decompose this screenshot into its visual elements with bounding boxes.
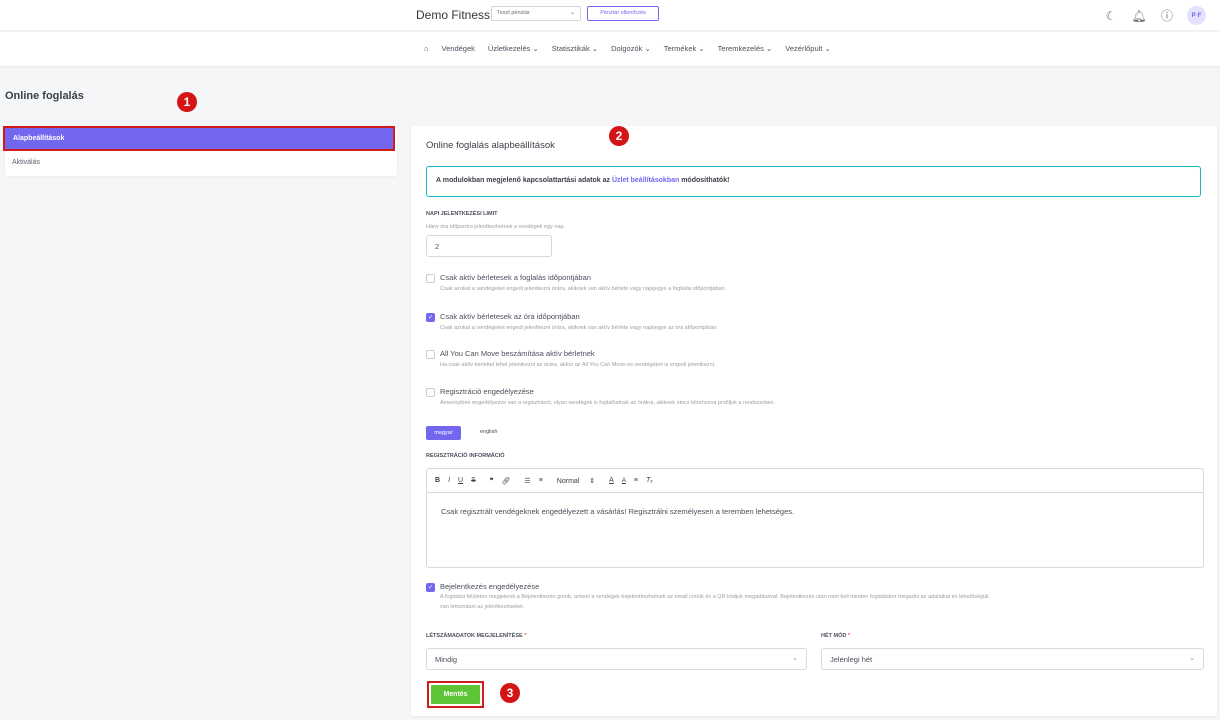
required-mark: * xyxy=(847,633,851,639)
save-button[interactable]: Mentés xyxy=(427,681,484,708)
step-marker-2: 2 xyxy=(609,126,629,146)
required-mark: * xyxy=(524,633,527,639)
format-select[interactable]: Normal ⇕ xyxy=(557,477,595,485)
clear-format-icon[interactable]: Tₓ xyxy=(646,477,653,484)
week-mode-label: HÉT MÓD * xyxy=(821,633,850,639)
count-display-label-text: LÉTSZÁMADATOK MEGJELENÍTÉSE xyxy=(426,633,523,639)
option-active-pass-at-class-label: Csak aktív bérletesek az óra időpontjába… xyxy=(440,312,580,321)
option-all-you-can-move-label: All You Can Move beszámítása aktív bérle… xyxy=(440,349,595,358)
daily-limit-input[interactable]: 2 xyxy=(426,235,552,257)
option-all-you-can-move-hint: Ha csak aktív bérlettel lehet jelentkezn… xyxy=(440,362,716,368)
quote-icon[interactable]: ❞ xyxy=(490,477,494,485)
underline-icon[interactable]: U xyxy=(458,477,463,484)
avatar[interactable]: P F xyxy=(1187,6,1206,25)
chevron-down-icon: ⌄ xyxy=(1189,655,1195,662)
option-registration-label: Regisztráció engedélyezése xyxy=(440,387,534,396)
page-title: Online foglalás xyxy=(5,90,84,102)
nav-item-guests[interactable]: Vendégek xyxy=(442,44,475,53)
chevron-down-icon: ⌄ xyxy=(792,655,798,662)
cash-register-value: Teszt pénztár xyxy=(497,10,530,16)
info-alert: A modulokban megjelenő kapcsolattartási … xyxy=(426,166,1201,197)
top-icons: ☾ 🔔︎ ⓘ P F xyxy=(1103,6,1206,25)
step-marker-3: 3 xyxy=(500,683,520,703)
settings-card: Online foglalás alapbeállítások 2 A modu… xyxy=(411,126,1217,716)
bold-icon[interactable]: B xyxy=(435,477,440,484)
nav-item-products[interactable]: Termékek ⌄ xyxy=(664,44,705,53)
sidebar-item-activation[interactable]: Aktiválás xyxy=(12,159,40,166)
settings-sidebar: Alapbeállítások Aktiválás xyxy=(3,126,397,176)
option-active-pass-at-class-hint: Csak azokat a vendégeket engedi jelentke… xyxy=(440,325,718,331)
help-icon[interactable]: ⓘ xyxy=(1159,7,1175,24)
home-icon[interactable]: ⌂ xyxy=(424,44,429,53)
registration-info-label: REGISZTRÁCIÓ INFORMÁCIÓ xyxy=(426,453,505,459)
background-color-icon[interactable]: A xyxy=(622,478,626,484)
info-text-after: módosíthatók! xyxy=(679,177,730,184)
nav-item-rooms[interactable]: Teremkezelés ⌄ xyxy=(718,44,773,53)
step-marker-1: 1 xyxy=(177,92,197,112)
business-settings-link[interactable]: Üzlet beállításokban xyxy=(612,177,679,184)
option-registration-checkbox[interactable] xyxy=(426,388,435,397)
main-nav: ⌂ Vendégek Üzletkezelés ⌄ Statisztikák ⌄… xyxy=(0,32,1220,66)
option-active-pass-at-booking-hint: Csak azokat a vendégeket engedi jelentke… xyxy=(440,286,727,292)
tab-english[interactable]: english xyxy=(480,429,497,435)
text-color-icon[interactable]: A xyxy=(609,477,614,484)
nav-item-dashboard[interactable]: Vezérlőpult ⌄ xyxy=(785,44,830,53)
count-display-label: LÉTSZÁMADATOK MEGJELENÍTÉSE * xyxy=(426,633,526,639)
count-display-select[interactable]: Mindig ⌄ xyxy=(426,648,807,670)
login-enable-label: Bejelentkezés engedélyezése xyxy=(440,582,540,591)
align-icon[interactable]: ≡ xyxy=(634,477,638,484)
card-title: Online foglalás alapbeállítások xyxy=(426,140,555,151)
bullet-list-icon[interactable]: ≡ xyxy=(539,477,543,484)
nav-item-business[interactable]: Üzletkezelés ⌄ xyxy=(488,44,539,53)
option-active-pass-at-booking-checkbox[interactable] xyxy=(426,274,435,283)
login-enable-hint-1: A foglalási felületen megjelenik a Bejel… xyxy=(440,594,989,600)
nav-item-staff[interactable]: Dolgozók ⌄ xyxy=(611,44,651,53)
tab-magyar[interactable]: magyar xyxy=(426,426,461,440)
week-mode-label-text: HÉT MÓD xyxy=(821,633,847,639)
week-mode-value: Jelenlegi hét xyxy=(830,655,873,664)
cash-check-button[interactable]: Pénztár ellenőrzés xyxy=(587,6,659,21)
format-value: Normal xyxy=(556,477,580,485)
nav-item-stats[interactable]: Statisztikák ⌄ xyxy=(552,44,598,53)
bell-icon[interactable]: 🔔︎ xyxy=(1131,9,1147,23)
ordered-list-icon[interactable]: ☰ xyxy=(524,477,530,485)
brand-name[interactable]: Demo Fitness xyxy=(416,8,490,22)
daily-limit-label: NAPI JELENTKEZÉSI LIMIT xyxy=(426,211,498,217)
save-button-label: Mentés xyxy=(431,685,480,704)
login-enable-hint-2: van lemondani az jelentkezéseket. xyxy=(440,604,525,610)
strike-icon[interactable]: S xyxy=(471,477,476,484)
cash-register-select[interactable]: Teszt pénztár ⌄ xyxy=(491,6,581,21)
option-registration-hint: Amennyiben engedélyezve van a regisztrác… xyxy=(440,400,776,406)
link-icon[interactable]: 🔗︎ xyxy=(502,477,511,485)
rich-text-editor: B I U S ❞ 🔗︎ ☰ ≡ Normal ⇕ A A ≡ Tₓ Csak … xyxy=(426,468,1204,568)
login-enable-checkbox[interactable]: ✓ xyxy=(426,583,435,592)
editor-content[interactable]: Csak regisztrált vendégeknek engedélyeze… xyxy=(427,493,1203,530)
option-active-pass-at-class-checkbox[interactable]: ✓ xyxy=(426,313,435,322)
editor-toolbar: B I U S ❞ 🔗︎ ☰ ≡ Normal ⇕ A A ≡ Tₓ xyxy=(427,469,1203,493)
option-all-you-can-move-checkbox[interactable] xyxy=(426,350,435,359)
top-bar: Demo Fitness Teszt pénztár ⌄ Pénztár ell… xyxy=(0,0,1220,31)
chevron-down-icon: ⌄ xyxy=(569,10,575,16)
info-text-before: A modulokban megjelenő kapcsolattartási … xyxy=(436,177,612,184)
moon-icon[interactable]: ☾ xyxy=(1103,9,1119,23)
daily-limit-hint: Hány óra időpontra jelentkezhetnek a ven… xyxy=(426,224,566,230)
italic-icon[interactable]: I xyxy=(448,477,450,484)
week-mode-select[interactable]: Jelenlegi hét ⌄ xyxy=(821,648,1204,670)
option-active-pass-at-booking-label: Csak aktív bérletesek a foglalás időpont… xyxy=(440,273,591,282)
sidebar-item-basic-settings[interactable]: Alapbeállítások xyxy=(3,126,395,151)
nav-items: ⌂ Vendégek Üzletkezelés ⌄ Statisztikák ⌄… xyxy=(424,44,831,53)
count-display-value: Mindig xyxy=(435,655,458,664)
